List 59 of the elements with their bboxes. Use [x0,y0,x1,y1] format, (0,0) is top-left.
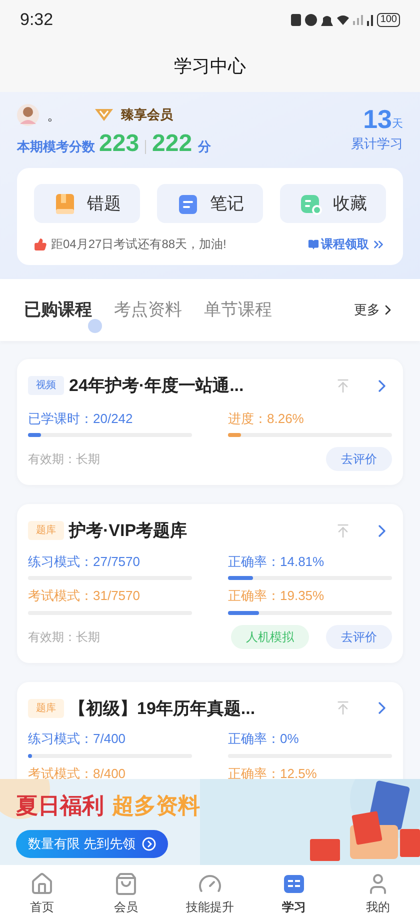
book-icon [308,238,319,250]
stat-text: 进度：8.26% [228,410,305,428]
category-tab[interactable]: 已购课程 [24,297,92,322]
user-name: 。 [47,106,62,124]
nav-tab[interactable]: 技能提升 [175,872,245,916]
score-label: 本期模考分数 [17,138,95,156]
page-title: 学习中心 [174,54,246,78]
course-title: 【初级】19年历年真题... [69,698,256,720]
category-tab[interactable]: 考点资料 [114,297,182,322]
bell-muted-icon [321,14,334,26]
exam-countdown: 距04月27日考试还有88天，加油! [51,236,226,253]
nav-tab[interactable]: 学习 [259,872,329,916]
stat-text: 正确率：0% [228,730,300,748]
stat-text: 考试模式：31/7570 [28,587,141,605]
banner-button[interactable]: 数量有限 先到先领 [16,830,168,858]
stat-text: 已学课时：20/242 [28,410,134,428]
signal-icon [353,15,364,25]
study-days-label: 累计学习 [351,135,403,153]
more-link[interactable]: 更多 [354,300,396,320]
stat-text: 练习模式：27/7570 [28,552,141,570]
promo-popup[interactable]: 夏日福利 超多资料 数量有限 先到先领 [0,779,420,865]
nav-tab[interactable]: 会员 [91,872,161,916]
nav-tab[interactable]: 首页 [7,872,77,916]
course-type-tag: 题库 [28,698,64,718]
shortcut-button[interactable]: 错题 [34,184,140,223]
score-value: 222 [152,130,192,158]
course-type-tag: 题库 [28,521,64,540]
shortcut-button[interactable]: 笔记 [157,184,263,223]
validity-text: 有效期：长期 [28,451,100,468]
book-icon [53,192,77,216]
status-time: 9:32 [20,9,54,32]
validity-text: 有效期：长期 [28,628,100,646]
battery-indicator: 100 [377,13,400,27]
nav-tab[interactable]: 我的 [343,872,413,916]
home-icon [30,872,54,896]
course-card[interactable]: 视频 24年护考·年度一站通... 已学课时：20/242 进度：8.26% 有效期：长期 去评价 [17,359,403,485]
study-days: 13 [363,104,392,134]
tab-indicator [88,319,102,333]
avatar [17,104,39,126]
wifi-icon [337,15,350,25]
diamond-icon [95,109,113,121]
bag-icon [114,872,138,896]
course-type-tag: 视频 [28,376,64,396]
score-unit: 分 [198,138,212,156]
course-title: 护考·VIP考题库 [69,520,188,542]
stat-text: 正确率：19.35% [228,587,326,605]
stat-text: 练习模式：7/400 [28,730,127,748]
days-unit: 天 [392,116,403,132]
category-tab[interactable]: 单节课程 [204,297,272,322]
course-card[interactable]: 题库 护考·VIP考题库 练习模式：27/7570 正确率：14.81% 考试模式：31/7570 正确率：19.35% 有效期：长期 人机模拟 去评价 [17,504,403,662]
signal-icon [367,14,374,26]
stat-text: 正确率：14.81% [228,552,326,570]
member-label: 臻享会员 [121,106,173,124]
course-claim-link[interactable]: 课程领取 [308,235,386,253]
course-title: 24年护考·年度一站通... [69,375,245,397]
book-icon [282,872,306,896]
shortcut-button[interactable]: 收藏 [280,184,386,223]
score-value: 223 [99,130,140,158]
thumbs-up-icon [34,238,47,250]
